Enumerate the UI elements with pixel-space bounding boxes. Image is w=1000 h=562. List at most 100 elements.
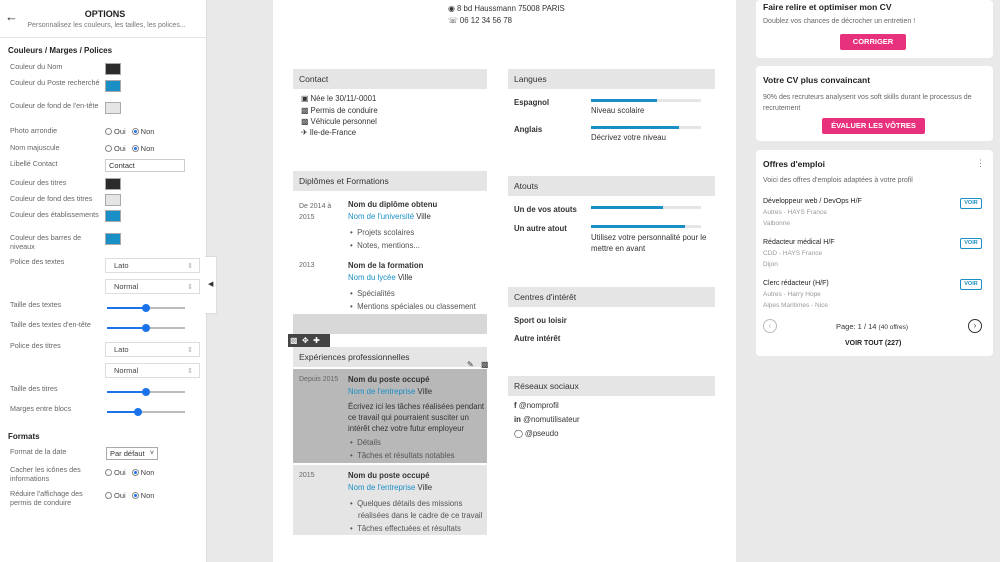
- titles-bg-color-swatch[interactable]: [105, 194, 121, 206]
- formation-school: Nom du lycée: [348, 273, 396, 282]
- job-view-button[interactable]: VOIR: [960, 279, 982, 290]
- diploma-school: Nom de l'université: [348, 212, 415, 221]
- experience-city: Ville: [417, 387, 433, 396]
- experience-date: 2015: [299, 472, 315, 479]
- job-title[interactable]: Développeur web / DevOps H/F: [763, 198, 862, 205]
- experience-job[interactable]: Nom du poste occupé: [348, 375, 429, 384]
- job-title[interactable]: Rédacteur médical H/F: [763, 239, 835, 246]
- correct-button[interactable]: CORRIGER: [840, 34, 906, 50]
- libelle-contact-input[interactable]: Contact: [105, 159, 185, 172]
- date-format-select[interactable]: Par défaut ˅: [106, 447, 158, 460]
- job-city: Alpes Maritimes - Nice: [763, 302, 829, 309]
- name-color-label: Couleur du Nom: [10, 62, 63, 71]
- margins-slider[interactable]: [107, 406, 185, 418]
- size-texts-slider[interactable]: [107, 302, 185, 314]
- experience-title[interactable]: Expériences professionnelles: [293, 347, 487, 367]
- atouts-title[interactable]: Atouts: [508, 176, 715, 196]
- instagram-icon: ◯: [514, 429, 523, 438]
- add-icon[interactable]: ✚: [313, 336, 320, 345]
- font-texts-weight-select[interactable]: Normal ⇕: [105, 279, 200, 294]
- more-vert-icon[interactable]: ⋮: [976, 158, 985, 169]
- bars-color-swatch[interactable]: [105, 233, 121, 245]
- non-label: Non: [140, 491, 155, 500]
- atout-name: Un de vos atouts: [514, 205, 577, 214]
- next-page-icon[interactable]: ›: [968, 319, 982, 333]
- job-view-button[interactable]: VOIR: [960, 238, 982, 249]
- language-level-text: Décrivez votre niveau: [591, 133, 666, 142]
- language-name: Anglais: [514, 125, 543, 134]
- job-title[interactable]: Clerc rédacteur (H/F): [763, 280, 829, 287]
- experience-company-line: Nom de l'entreprise Ville: [348, 483, 432, 492]
- phone-line: ☏ 06 12 34 56 78: [448, 16, 512, 25]
- list-item: • Quelques détails des missions: [350, 499, 463, 508]
- experience-desc-2: ce travail qui pourraient susciter un: [348, 413, 469, 422]
- license-oui-radio[interactable]: [105, 492, 112, 499]
- icons-oui-radio[interactable]: [105, 469, 112, 476]
- size-header-slider[interactable]: [107, 322, 185, 334]
- oui-label: Oui: [114, 468, 126, 477]
- diploma-name[interactable]: Nom du diplôme obtenu: [348, 200, 437, 209]
- font-texts-value: Lato: [114, 261, 129, 270]
- edit-icon[interactable]: ✎: [467, 360, 474, 369]
- trash-icon[interactable]: ▩: [290, 336, 298, 345]
- linkedin-icon: in: [514, 415, 521, 424]
- name-upper-label: Nom majuscule: [10, 143, 60, 152]
- font-titles-value: Lato: [114, 345, 129, 354]
- diploma-date: De 2014 à 2015: [299, 203, 332, 221]
- trash-icon[interactable]: ▩: [481, 360, 489, 369]
- experience-job[interactable]: Nom du poste occupé: [348, 471, 429, 480]
- address-text: 8 bd Haussmann 75008 PARIS: [456, 4, 565, 13]
- social-instagram: ◯ @pseudo: [514, 429, 558, 438]
- non-label: Non: [140, 468, 155, 477]
- experience-company-line: Nom de l'entreprise Ville: [348, 387, 432, 396]
- font-titles-weight-select[interactable]: Normal ⇕: [105, 363, 200, 378]
- photo-oui-radio[interactable]: [105, 128, 112, 135]
- view-all-link[interactable]: VOIR TOUT (227): [845, 340, 901, 347]
- options-subtitle: Personnalisez les couleurs, les tailles,…: [27, 22, 186, 29]
- job-view-button[interactable]: VOIR: [960, 198, 982, 209]
- font-titles-select[interactable]: Lato ⇕: [105, 342, 200, 357]
- cv-document: ◉ 8 bd Haussmann 75008 PARIS ☏ 06 12 34 …: [273, 0, 736, 562]
- bars-color-label: Couleur des barres de niveaux: [10, 233, 82, 251]
- evaluate-button[interactable]: ÉVALUER LES VÔTRES: [822, 118, 925, 134]
- contact-title[interactable]: Contact: [293, 69, 487, 89]
- header-bg-color-swatch[interactable]: [105, 102, 121, 114]
- font-texts-select[interactable]: Lato ⇕: [105, 258, 200, 273]
- bullet-text: Projets scolaires: [357, 228, 415, 237]
- move-icon[interactable]: ✥: [302, 336, 309, 345]
- font-texts-weight-value: Normal: [114, 282, 139, 291]
- name-color-swatch[interactable]: [105, 63, 121, 75]
- list-item: • Notes, mentions...: [350, 241, 420, 250]
- prev-page-icon[interactable]: ‹: [763, 319, 777, 333]
- job-color-swatch[interactable]: [105, 80, 121, 92]
- titles-color-swatch[interactable]: [105, 178, 121, 190]
- photo-non-radio[interactable]: [131, 128, 139, 135]
- level-bar: [591, 126, 701, 129]
- license-non-radio[interactable]: [131, 492, 139, 499]
- size-titles-slider[interactable]: [107, 386, 185, 398]
- social-text: @pseudo: [524, 429, 559, 438]
- options-title: OPTIONS: [84, 9, 126, 19]
- bullet-text: Quelques détails des missions: [357, 499, 463, 508]
- upper-oui-radio[interactable]: [105, 145, 112, 152]
- diplomas-title[interactable]: Diplômes et Formations: [293, 171, 487, 191]
- hide-license-label: Réduire l'affichage des permis de condui…: [10, 489, 83, 507]
- job-company: Autres - HAYS France: [763, 209, 827, 216]
- jobs-title: Offres d'emploi: [763, 159, 826, 169]
- schools-color-swatch[interactable]: [105, 210, 121, 222]
- location-pin-icon: ◉: [448, 4, 455, 13]
- collapse-panel-tab[interactable]: ◀: [205, 256, 217, 314]
- interests-title[interactable]: Centres d'intérêt: [508, 287, 715, 307]
- icons-non-radio[interactable]: [131, 469, 139, 476]
- languages-title[interactable]: Langues: [508, 69, 715, 89]
- social-title[interactable]: Réseaux sociaux: [508, 376, 715, 396]
- bullet-text: Tâches effectuées et résultats: [357, 524, 461, 533]
- back-arrow-icon[interactable]: ←: [5, 9, 18, 24]
- list-item: • Tâches effectuées et résultats: [350, 524, 461, 533]
- mobility: ✈ Ile-de-France: [301, 128, 356, 137]
- caret-left-icon: ◀: [208, 281, 214, 288]
- formation-name[interactable]: Nom de la formation: [348, 261, 423, 270]
- page-label: Page: 1 / 14: [836, 322, 877, 331]
- upper-non-radio[interactable]: [131, 145, 139, 152]
- bullet-text: Tâches et résultats notables: [357, 451, 455, 460]
